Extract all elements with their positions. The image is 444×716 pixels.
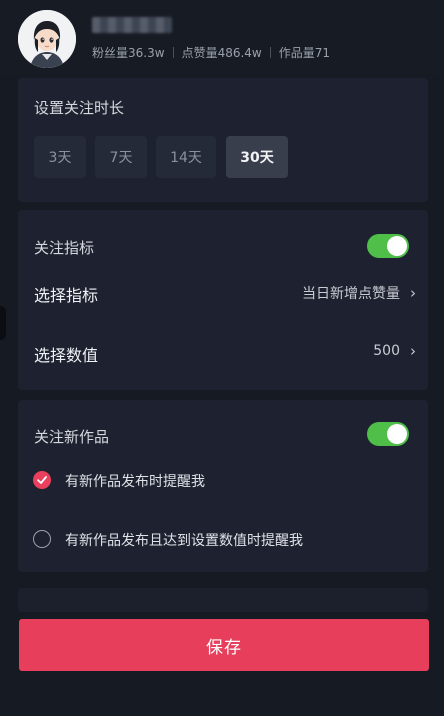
select-metric-label: 选择指标 <box>34 286 99 305</box>
duration-option-7d[interactable]: 7天 <box>95 136 147 178</box>
duration-option-30d[interactable]: 30天 <box>226 136 288 178</box>
avatar-image <box>18 10 76 68</box>
metric-toggle[interactable] <box>367 234 409 258</box>
radio-notify-on-publish[interactable] <box>33 471 51 489</box>
save-button[interactable]: 保存 <box>19 619 429 671</box>
stat-followers: 粉丝量36.3w <box>92 46 165 60</box>
duration-title: 设置关注时长 <box>34 99 125 117</box>
duration-option-3d[interactable]: 3天 <box>34 136 86 178</box>
follow-settings-screen: 粉丝量36.3w 点赞量486.4w 作品量71 设置关注时长 3天 7天 14… <box>0 0 444 716</box>
stat-divider <box>269 47 271 58</box>
metric-toggle-label: 关注指标 <box>34 239 95 257</box>
select-metric-value: 当日新增点赞量 <box>302 286 400 302</box>
select-value-row[interactable]: 500 › <box>373 342 416 360</box>
stat-works: 作品量71 <box>278 46 331 60</box>
select-value-label: 选择数值 <box>34 346 99 365</box>
new-works-toggle[interactable] <box>367 422 409 446</box>
profile-header: 粉丝量36.3w 点赞量486.4w 作品量71 <box>0 0 444 74</box>
stat-divider <box>172 47 174 58</box>
select-metric-row[interactable]: 当日新增点赞量 › <box>302 283 416 303</box>
new-works-toggle-label: 关注新作品 <box>34 428 110 446</box>
stat-likes: 点赞量486.4w <box>181 46 262 60</box>
select-value-value: 500 <box>373 343 400 359</box>
profile-stats: 粉丝量36.3w 点赞量486.4w 作品量71 <box>92 44 330 61</box>
username-redacted <box>92 17 172 33</box>
toggle-knob <box>387 424 407 444</box>
side-drawer-handle[interactable] <box>0 306 6 340</box>
hidden-card-edge <box>18 588 428 612</box>
radio-notify-on-threshold-label[interactable]: 有新作品发布且达到设置数值时提醒我 <box>65 530 303 550</box>
check-icon <box>37 476 47 484</box>
radio-notify-on-threshold[interactable] <box>33 530 51 548</box>
radio-notify-on-publish-label[interactable]: 有新作品发布时提醒我 <box>65 471 205 491</box>
duration-option-14d[interactable]: 14天 <box>156 136 216 178</box>
avatar[interactable] <box>18 10 76 68</box>
toggle-knob <box>387 236 407 256</box>
chevron-right-icon: › <box>410 342 416 360</box>
chevron-right-icon: › <box>410 284 416 302</box>
